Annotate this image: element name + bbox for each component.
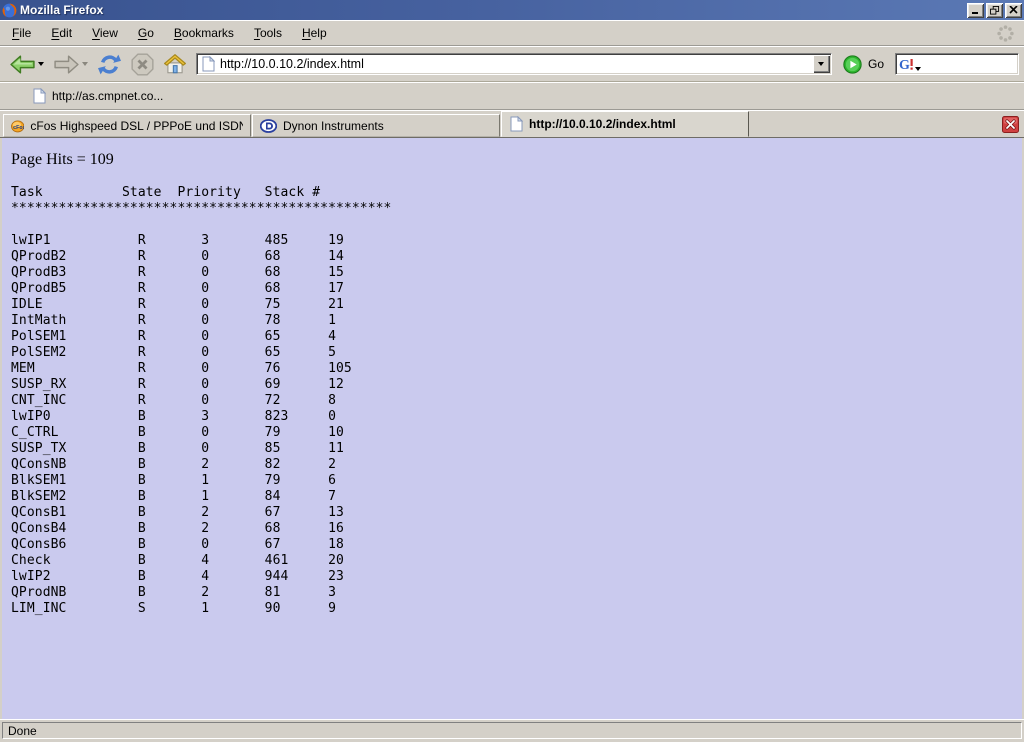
minimize-icon — [971, 6, 981, 15]
menu-help[interactable]: Help — [292, 22, 337, 44]
tab-close-icon — [1002, 116, 1019, 133]
navigation-toolbar: http://10.0.10.2/index.html Go G — [0, 46, 1024, 82]
tab-label: http://10.0.10.2/index.html — [529, 117, 676, 131]
status-text: Done — [2, 722, 1022, 739]
go-button[interactable]: Go — [837, 55, 894, 74]
home-icon — [163, 53, 187, 75]
close-button[interactable] — [1005, 3, 1022, 18]
menu-file[interactable]: File — [2, 22, 41, 44]
forward-dropdown-caret[interactable] — [82, 62, 88, 66]
tab-cfos[interactable]: cFos cFos Highspeed DSL / PPPoE und ISDN… — [3, 114, 251, 137]
tab-close-button[interactable] — [1002, 116, 1019, 133]
title-bar: Mozilla Firefox — [0, 0, 1024, 20]
bookmarks-toolbar: http://as.cmpnet.co... — [0, 82, 1024, 110]
throbber-icon — [997, 25, 1014, 42]
svg-text:cFos: cFos — [13, 124, 24, 130]
url-bar[interactable]: http://10.0.10.2/index.html — [196, 53, 832, 75]
cfos-icon: cFos — [11, 118, 24, 134]
status-bar: Done — [0, 719, 1024, 742]
forward-button[interactable] — [49, 50, 92, 79]
tab-dynon[interactable]: Dynon Instruments — [252, 114, 500, 137]
task-table: Task State Priority Stack # ************… — [11, 185, 1022, 617]
menu-tools[interactable]: Tools — [244, 22, 292, 44]
window-title: Mozilla Firefox — [20, 3, 965, 17]
go-label: Go — [868, 57, 884, 71]
menu-edit[interactable]: Edit — [41, 22, 82, 44]
tab-label: cFos Highspeed DSL / PPPoE und ISDN CAP.… — [30, 119, 243, 133]
url-history-dropdown[interactable] — [813, 55, 830, 73]
forward-arrow-icon — [53, 54, 80, 75]
tab-active-index-html[interactable]: http://10.0.10.2/index.html — [501, 111, 749, 137]
bookmark-item[interactable]: http://as.cmpnet.co... — [28, 86, 167, 106]
stop-icon — [131, 53, 154, 76]
chevron-down-icon — [818, 62, 824, 66]
search-engine-caret[interactable] — [915, 67, 921, 71]
google-logo-icon: G — [899, 56, 914, 72]
back-button[interactable] — [5, 50, 48, 79]
firefox-window: Mozilla Firefox File Edit View Go Bookma… — [0, 0, 1024, 742]
page-icon — [201, 56, 215, 72]
close-icon — [1009, 6, 1018, 14]
page-icon — [509, 116, 523, 132]
home-button[interactable] — [159, 49, 191, 79]
restore-icon — [990, 6, 1000, 15]
url-input[interactable]: http://10.0.10.2/index.html — [220, 57, 813, 71]
back-dropdown-caret[interactable] — [38, 62, 44, 66]
reload-icon — [97, 53, 122, 76]
tab-bar: cFos cFos Highspeed DSL / PPPoE und ISDN… — [0, 110, 1024, 138]
reload-button[interactable] — [93, 49, 126, 80]
search-input[interactable]: G — [895, 53, 1019, 75]
go-icon — [843, 55, 862, 74]
stop-button[interactable] — [127, 49, 158, 80]
tab-label: Dynon Instruments — [283, 119, 384, 133]
firefox-app-icon — [2, 3, 17, 18]
menu-bar: File Edit View Go Bookmarks Tools Help — [0, 20, 1024, 46]
page-icon — [32, 88, 46, 104]
menu-bookmarks[interactable]: Bookmarks — [164, 22, 244, 44]
page-hits-text: Page Hits = 109 — [11, 151, 1022, 169]
restore-button[interactable] — [986, 3, 1003, 18]
dynon-icon — [260, 119, 277, 133]
svg-text:G: G — [899, 58, 910, 72]
page-content: Page Hits = 109 Task State Priority Stac… — [2, 138, 1022, 719]
menu-view[interactable]: View — [82, 22, 128, 44]
bookmark-label: http://as.cmpnet.co... — [52, 89, 163, 103]
back-arrow-icon — [9, 54, 36, 75]
menu-go[interactable]: Go — [128, 22, 164, 44]
minimize-button[interactable] — [967, 3, 984, 18]
